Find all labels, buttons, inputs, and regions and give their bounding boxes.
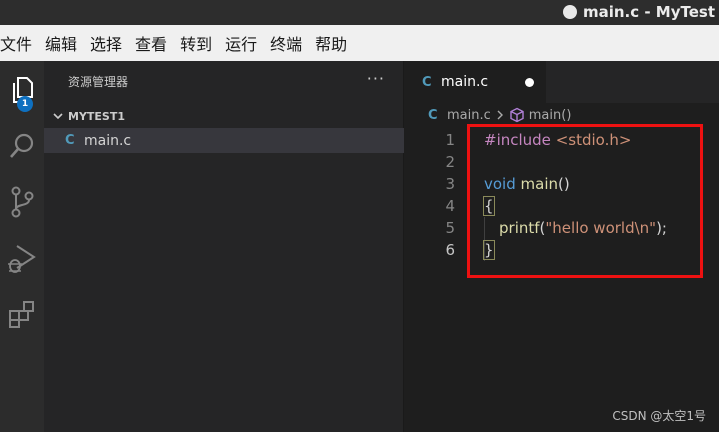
explorer-sidebar: 资源管理器 ··· MYTEST1 C main.c	[44, 61, 404, 432]
line-number: 3	[445, 175, 455, 193]
breadcrumb-file[interactable]: main.c	[447, 108, 491, 123]
line-number: 5	[445, 219, 455, 237]
file-item-main-c[interactable]: C main.c	[44, 128, 404, 153]
line-number: 1	[445, 131, 455, 149]
folder-mytest1[interactable]: MYTEST1	[44, 105, 404, 127]
file-name: main.c	[84, 132, 132, 149]
menu-file[interactable]: 文件	[0, 31, 32, 55]
menu-go[interactable]: 转到	[180, 31, 212, 55]
activity-bar: 1	[0, 61, 44, 432]
more-actions-button[interactable]: ···	[367, 69, 385, 88]
title-bar: main.c - MyTest	[0, 0, 719, 25]
window-title-text: main.c - MyTest	[582, 3, 715, 21]
c-file-icon: C	[422, 74, 432, 90]
chevron-down-icon	[52, 110, 64, 122]
highlight-box	[467, 124, 703, 278]
run-debug-icon	[8, 245, 36, 273]
source-control-activity[interactable]	[0, 177, 44, 227]
explorer-title: 资源管理器	[68, 75, 129, 89]
menu-bar: 文件 编辑 选择 查看 转到 运行 终端 帮助	[0, 25, 719, 61]
chevron-right-icon	[496, 109, 504, 121]
tab-label: main.c	[441, 74, 489, 90]
extensions-activity[interactable]	[0, 289, 44, 339]
folder-name: MYTEST1	[68, 109, 126, 123]
menu-terminal[interactable]: 终端	[270, 31, 302, 55]
watermark: CSDN @太空1号	[612, 409, 706, 423]
run-debug-activity[interactable]	[0, 233, 44, 283]
menu-view[interactable]: 查看	[135, 31, 167, 55]
tab-main-c[interactable]: C main.c	[405, 61, 546, 103]
search-activity[interactable]	[0, 121, 44, 171]
extensions-icon	[9, 301, 34, 328]
menu-edit[interactable]: 编辑	[45, 31, 77, 55]
menu-selection[interactable]: 选择	[90, 31, 122, 55]
c-file-icon: C	[65, 133, 75, 148]
line-number: 2	[445, 153, 455, 171]
unsaved-dot-icon[interactable]	[525, 78, 534, 87]
explorer-activity[interactable]: 1	[0, 65, 44, 115]
breadcrumb-symbol[interactable]: main()	[529, 108, 572, 123]
menu-run[interactable]: 运行	[225, 31, 257, 55]
source-control-icon	[11, 186, 34, 218]
line-number: 4	[445, 197, 455, 215]
explorer-badge: 1	[17, 96, 33, 112]
search-icon	[10, 133, 34, 158]
symbol-method-icon	[509, 107, 525, 123]
c-file-icon: C	[428, 107, 438, 123]
unsaved-indicator-icon	[562, 5, 577, 19]
window-title: main.c - MyTest	[562, 3, 715, 21]
menu-help[interactable]: 帮助	[315, 31, 347, 55]
tab-strip: C main.c	[405, 61, 719, 103]
line-number-active: 6	[445, 241, 455, 259]
